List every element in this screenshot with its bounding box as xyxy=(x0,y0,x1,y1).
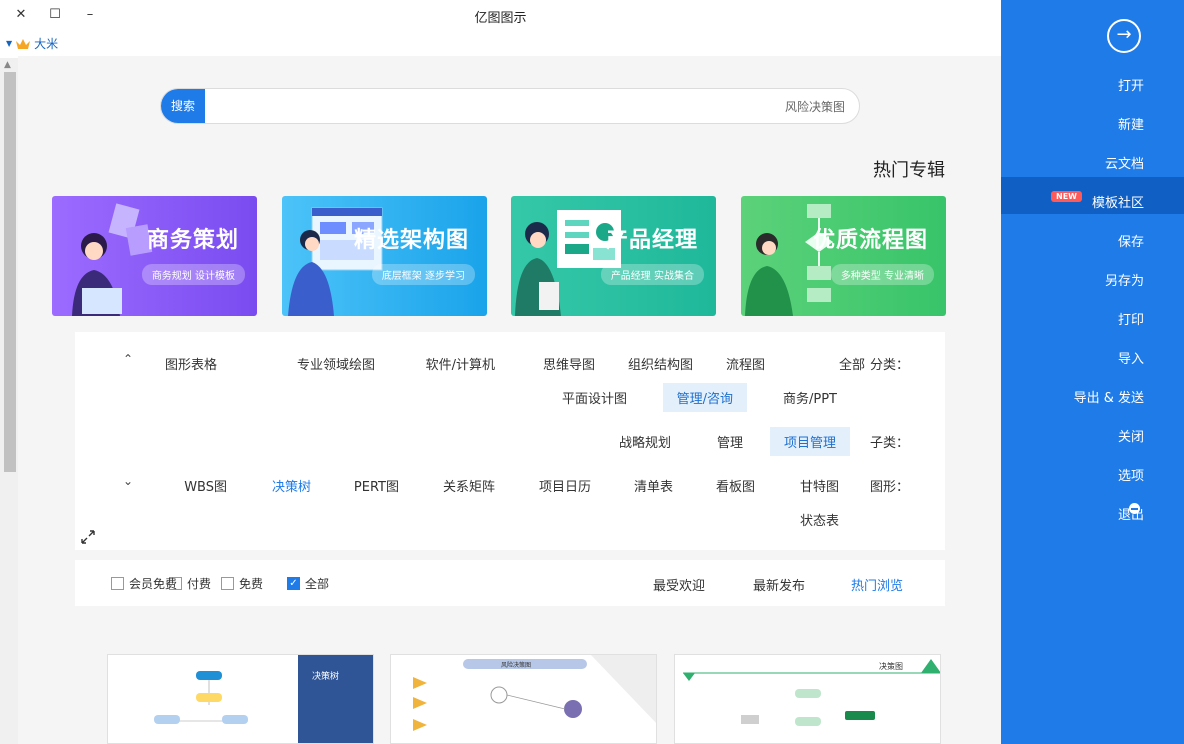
user-menu[interactable]: ▼ 大米 xyxy=(6,35,58,52)
shape-item[interactable]: 清单表 xyxy=(634,476,673,495)
category-item[interactable]: 流程图 xyxy=(726,354,765,373)
window-title: 亿图图示 xyxy=(474,11,527,26)
search-button[interactable]: 搜索 xyxy=(161,89,205,123)
sidebar-item-save-as[interactable]: 另存为 xyxy=(1105,270,1144,289)
sort-bar: 热门浏览 最新发布 最受欢迎 ✓ 全部 免费 付费 会员免费 xyxy=(75,560,945,606)
section-title: 热门专辑 xyxy=(873,160,945,181)
sort-tab[interactable]: 最受欢迎 xyxy=(653,575,705,594)
template-community-panel: 搜索 风险决策图 热门专辑 商务策划 商务规划 设计模板 精选架构图 底层框架 … xyxy=(18,56,1001,744)
checkbox-checked-icon[interactable]: ✓ xyxy=(287,577,300,590)
check-label: 会员免费 xyxy=(129,577,178,591)
sidebar-item-options[interactable]: 选项 xyxy=(1118,465,1144,484)
shape-item[interactable]: 看板图 xyxy=(716,476,755,495)
user-name: 大米 xyxy=(34,37,59,51)
shape-item[interactable]: 关系矩阵 xyxy=(443,476,495,495)
risk-decision-thumbnail: 风险决策图 xyxy=(413,655,656,731)
filter-check-free[interactable]: 免费 xyxy=(221,575,263,592)
search-bar[interactable]: 搜索 风险决策图 xyxy=(160,88,860,124)
flowchart-illustration-icon xyxy=(745,204,833,316)
banner-subtitle: 商务规划 设计模板 xyxy=(141,264,245,285)
file-menu-sidebar: → 打开 新建 云文档 模板社区 NEW 保存 另存为 打印 导入 导出 & 发… xyxy=(1001,0,1184,744)
thumb-title: 决策树 xyxy=(312,670,339,682)
category-item[interactable]: 图形表格 xyxy=(165,354,217,373)
template-card[interactable]: 决策树 xyxy=(107,654,374,744)
sidebar-item-print[interactable]: 打印 xyxy=(1118,309,1144,328)
checkbox-icon[interactable] xyxy=(111,577,124,590)
chevron-up-icon[interactable]: ⌃ xyxy=(123,352,133,366)
banner-subtitle: 产品经理 实战集合 xyxy=(600,264,704,285)
shape-item[interactable]: WBS图 xyxy=(184,476,227,495)
subcategory-item-selected[interactable]: 项目管理 xyxy=(769,427,850,456)
subcategory-item[interactable]: 管理 xyxy=(717,432,743,451)
subcategory-item[interactable]: 战略规划 xyxy=(619,432,671,451)
template-card[interactable]: 风险决策图 xyxy=(390,654,657,744)
scroll-up-icon[interactable]: ▲ xyxy=(4,60,11,70)
sidebar-item-cloud-docs[interactable]: 云文档 xyxy=(1105,153,1144,172)
banner-title: 精选架构图 xyxy=(353,228,469,253)
banner-flowchart[interactable]: 优质流程图 多种类型 专业清晰 xyxy=(741,196,946,316)
banner-title: 产品经理 xyxy=(605,228,698,253)
filter-check-member[interactable]: 会员免费 xyxy=(111,575,177,592)
category-item[interactable]: 商务/PPT xyxy=(783,388,837,407)
sidebar-item-close[interactable]: 关闭 xyxy=(1118,426,1144,445)
banner-business-planning[interactable]: 商务策划 商务规划 设计模板 xyxy=(52,196,257,316)
category-item[interactable]: 组织结构图 xyxy=(628,354,693,373)
person-illustration-icon xyxy=(72,203,153,316)
banner-title: 优质流程图 xyxy=(812,228,928,253)
checkbox-icon[interactable] xyxy=(221,577,234,590)
shape-item[interactable]: PERT图 xyxy=(354,476,399,495)
sidebar-item-template-community[interactable]: 模板社区 xyxy=(1092,192,1144,211)
title-bar: ✕ ☐ – 亿图图示 xyxy=(0,0,1001,30)
back-arrow-icon[interactable]: → xyxy=(1107,19,1141,53)
sidebar-item-open[interactable]: 打开 xyxy=(1118,75,1144,94)
app-window: ✕ ☐ – 亿图图示 ▼ 大米 ▲ 搜索 风险决策图 热门专辑 商务策划 商务规… xyxy=(0,0,1184,744)
user-bar: ▼ 大米 xyxy=(0,30,1001,56)
search-input[interactable]: 风险决策图 xyxy=(785,98,845,115)
new-badge: NEW xyxy=(1051,191,1082,202)
expand-icon[interactable] xyxy=(81,530,95,544)
shape-item[interactable]: 项目日历 xyxy=(539,476,591,495)
scrollbar-thumb[interactable] xyxy=(4,72,16,472)
presenter-illustration-icon xyxy=(515,210,621,316)
check-label: 付费 xyxy=(187,577,212,591)
thumb-title: 决策图 xyxy=(879,661,903,671)
decision-chart-thumbnail: 决策图 xyxy=(683,659,940,726)
banner-product-manager[interactable]: 产品经理 产品经理 实战集合 xyxy=(511,196,716,316)
caret-down-icon: ▼ xyxy=(6,39,13,48)
filter-panel: 分类： 全部 流程图 组织结构图 思维导图 软件/计算机 专业领域绘图 图形表格… xyxy=(75,332,945,550)
template-card[interactable]: 决策图 xyxy=(674,654,941,744)
thumb-title: 风险决策图 xyxy=(501,661,531,669)
sidebar-item-new[interactable]: 新建 xyxy=(1118,114,1144,133)
category-item-selected[interactable]: 管理/咨询 xyxy=(662,383,747,412)
crown-icon xyxy=(16,38,31,49)
category-item[interactable]: 全部 xyxy=(839,354,865,373)
check-label: 全部 xyxy=(305,577,330,591)
banner-subtitle: 底层框架 逐步学习 xyxy=(371,264,475,285)
filter-check-all[interactable]: ✓ 全部 xyxy=(287,575,329,592)
category-item[interactable]: 软件/计算机 xyxy=(426,354,495,373)
sidebar-item-import[interactable]: 导入 xyxy=(1118,348,1144,367)
banner-architecture[interactable]: 精选架构图 底层框架 逐步学习 xyxy=(282,196,487,316)
shape-item[interactable]: 甘特图 xyxy=(800,476,839,495)
decision-tree-thumbnail: 决策树 xyxy=(154,655,373,743)
category-label: 分类： xyxy=(869,358,909,373)
shape-item[interactable]: 状态表 xyxy=(800,510,839,529)
check-label: 免费 xyxy=(239,577,264,591)
shape-label: 图形： xyxy=(869,480,909,495)
sort-tab-active[interactable]: 热门浏览 xyxy=(851,575,903,594)
exit-icon xyxy=(1129,503,1140,514)
architecture-illustration-icon xyxy=(288,207,383,316)
category-item[interactable]: 平面设计图 xyxy=(562,388,627,407)
sort-tab[interactable]: 最新发布 xyxy=(753,575,805,594)
banner-title: 商务策划 xyxy=(146,228,239,253)
shape-item-highlight[interactable]: 决策树 xyxy=(272,476,311,495)
chevron-down-icon[interactable]: ⌄ xyxy=(123,474,133,488)
category-item[interactable]: 思维导图 xyxy=(543,354,595,373)
subcategory-label: 子类： xyxy=(869,436,909,451)
sidebar-item-save[interactable]: 保存 xyxy=(1118,231,1144,250)
vertical-scrollbar[interactable]: ▲ xyxy=(0,58,18,744)
banner-subtitle: 多种类型 专业清晰 xyxy=(830,264,934,285)
sidebar-item-export[interactable]: 导出 & 发送 xyxy=(1074,387,1144,406)
category-item[interactable]: 专业领域绘图 xyxy=(297,354,375,373)
